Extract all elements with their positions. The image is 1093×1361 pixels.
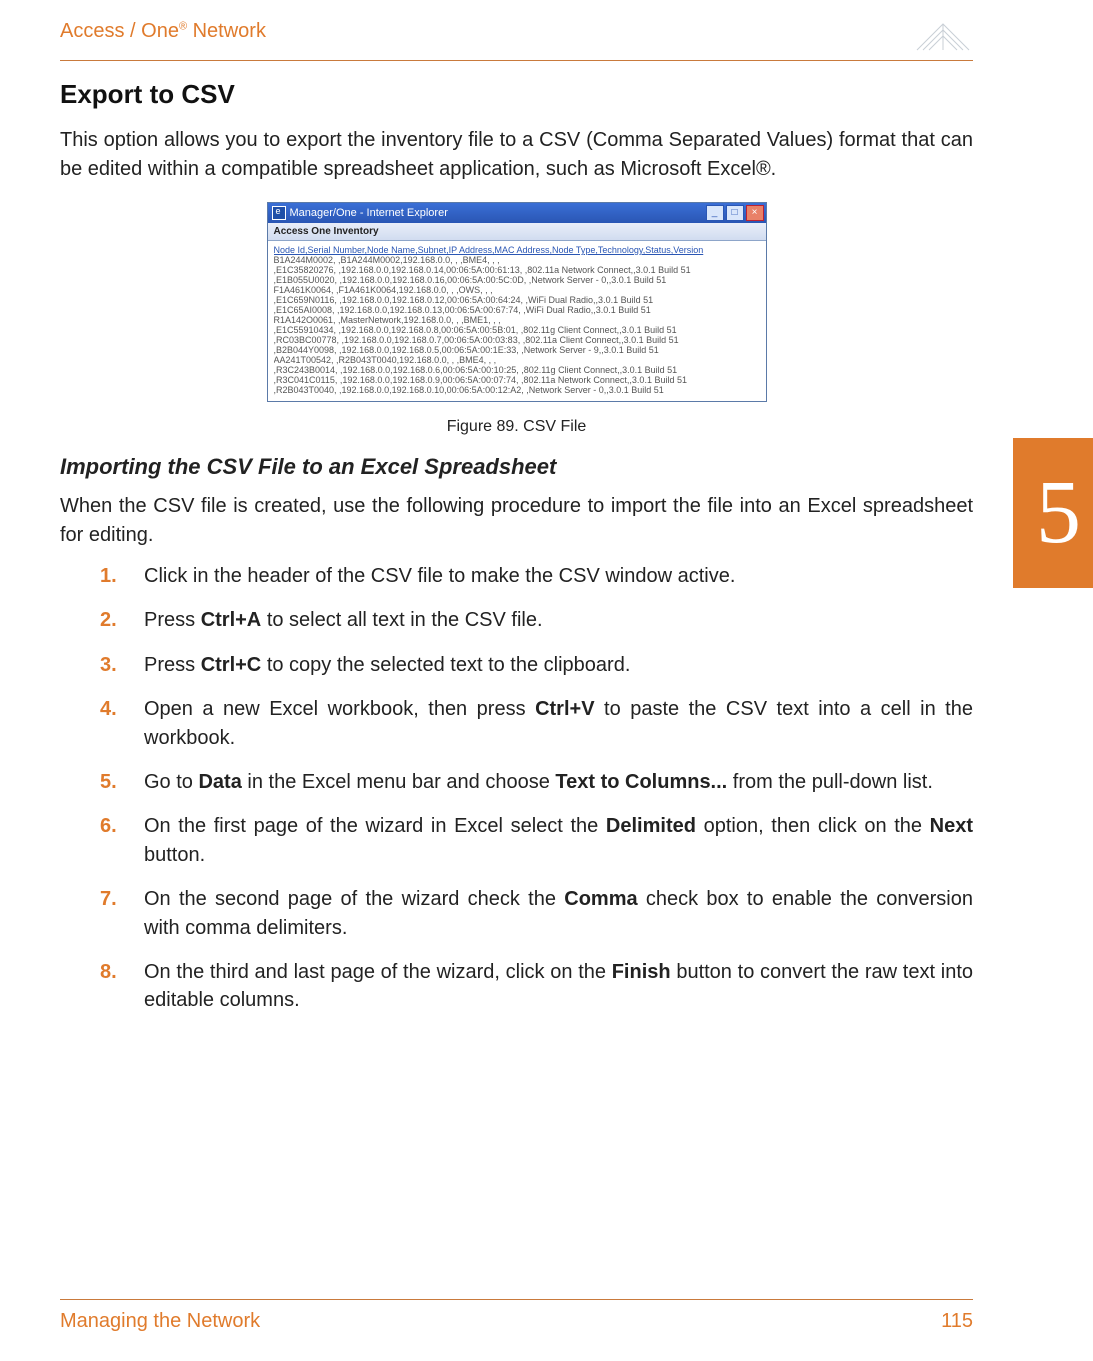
step-keyword: Ctrl+V xyxy=(535,698,594,720)
step-text-mid: in the Excel menu bar and choose xyxy=(242,771,556,793)
step-number: 2. xyxy=(100,606,117,634)
csv-row: ,R3C243B0014, ,192.168.0.0,192.168.0.6,0… xyxy=(274,365,760,375)
section-heading: Export to CSV xyxy=(60,79,973,110)
brand-prefix: Access / One xyxy=(60,20,179,42)
brand-text: Access / One® Network xyxy=(60,20,266,43)
csv-row: ,E1C659N0116, ,192.168.0.0,192.168.0.12,… xyxy=(274,295,760,305)
step-text-pre: Open a new Excel workbook, then press xyxy=(144,698,535,720)
step-text-post: from the pull-down list. xyxy=(727,771,933,793)
step-text-mid: option, then click on the xyxy=(696,815,930,837)
step-number: 4. xyxy=(100,695,117,723)
step-number: 8. xyxy=(100,958,117,986)
ie-window: Manager/One - Internet Explorer _ □ × Ac… xyxy=(267,202,767,402)
step-keyword: Next xyxy=(930,815,973,837)
step-number: 6. xyxy=(100,812,117,840)
csv-row: ,R2B043T0040, ,192.168.0.0,192.168.0.10,… xyxy=(274,385,760,395)
step-text-post: to select all text in the CSV file. xyxy=(261,609,542,631)
logo-mark xyxy=(913,20,973,54)
minimize-button[interactable]: _ xyxy=(706,205,724,221)
step-text-pre: On the first page of the wizard in Excel… xyxy=(144,815,606,837)
step-text-pre: Press xyxy=(144,609,201,631)
step-item: 8. On the third and last page of the wiz… xyxy=(100,958,973,1015)
csv-content[interactable]: Node Id,Serial Number,Node Name,Subnet,I… xyxy=(268,241,766,401)
page-header: Access / One® Network xyxy=(60,20,973,61)
step-text-pre: Press xyxy=(144,654,201,676)
csv-row: ,E1B055U0020, ,192.168.0.0,192.168.0.16,… xyxy=(274,275,760,285)
csv-row: F1A461K0064, ,F1A461K0064,192.168.0.0, ,… xyxy=(274,285,760,295)
page-footer: Managing the Network 115 xyxy=(60,1299,973,1333)
step-text: Click in the header of the CSV file to m… xyxy=(144,565,735,587)
brand-suffix: Network xyxy=(187,20,266,42)
csv-row: ,E1C35820276, ,192.168.0.0,192.168.0.14,… xyxy=(274,265,760,275)
step-item: 7. On the second page of the wizard chec… xyxy=(100,885,973,942)
step-text-pre: On the third and last page of the wizard… xyxy=(144,961,612,983)
registered-mark: ® xyxy=(179,20,187,32)
footer-section: Managing the Network xyxy=(60,1310,260,1333)
chapter-number: 5 xyxy=(1036,438,1081,588)
step-number: 3. xyxy=(100,651,117,679)
csv-header-row: Node Id,Serial Number,Node Name,Subnet,I… xyxy=(274,245,760,255)
step-keyword: Delimited xyxy=(606,815,696,837)
inventory-toolbar: Access One Inventory xyxy=(268,223,766,241)
step-item: 6. On the first page of the wizard in Ex… xyxy=(100,812,973,869)
maximize-button[interactable]: □ xyxy=(726,205,744,221)
step-keyword: Finish xyxy=(612,961,671,983)
figure-block: Manager/One - Internet Explorer _ □ × Ac… xyxy=(60,202,973,436)
steps-list: 1. Click in the header of the CSV file t… xyxy=(100,562,973,1015)
step-keyword: Ctrl+A xyxy=(201,609,262,631)
csv-row: ,E1C55910434, ,192.168.0.0,192.168.0.8,0… xyxy=(274,325,760,335)
window-titlebar: Manager/One - Internet Explorer _ □ × xyxy=(268,203,766,223)
window-title: Manager/One - Internet Explorer xyxy=(290,207,706,219)
step-keyword: Data xyxy=(198,771,241,793)
csv-row: ,R3C041C0115, ,192.168.0.0,192.168.0.9,0… xyxy=(274,375,760,385)
close-button[interactable]: × xyxy=(746,205,764,221)
footer-page-number: 115 xyxy=(941,1310,973,1333)
step-keyword: Text to Columns... xyxy=(555,771,727,793)
csv-row: AA241T00542, ,R2B043T0040,192.168.0.0, ,… xyxy=(274,355,760,365)
step-text-pre: Go to xyxy=(144,771,198,793)
step-keyword: Comma xyxy=(564,888,637,910)
ie-icon xyxy=(272,206,286,220)
figure-caption: Figure 89. CSV File xyxy=(60,418,973,436)
csv-row: ,RC03BC00778, ,192.168.0.0,192.168.0.7,0… xyxy=(274,335,760,345)
step-text-pre: On the second page of the wizard check t… xyxy=(144,888,564,910)
step-item: 5. Go to Data in the Excel menu bar and … xyxy=(100,768,973,796)
step-text-post: to copy the selected text to the clipboa… xyxy=(261,654,630,676)
subsection-intro: When the CSV file is created, use the fo… xyxy=(60,492,973,550)
csv-row: ,E1C65AI0008, ,192.168.0.0,192.168.0.13,… xyxy=(274,305,760,315)
step-number: 1. xyxy=(100,562,117,590)
step-number: 5. xyxy=(100,768,117,796)
csv-row: ,B2B044Y0098, ,192.168.0.0,192.168.0.5,0… xyxy=(274,345,760,355)
window-controls: _ □ × xyxy=(706,205,764,221)
step-item: 3. Press Ctrl+C to copy the selected tex… xyxy=(100,651,973,679)
step-text-post: button. xyxy=(144,844,205,866)
intro-paragraph: This option allows you to export the inv… xyxy=(60,126,973,184)
csv-row: B1A244M0002, ,B1A244M0002,192.168.0.0, ,… xyxy=(274,255,760,265)
subsection-heading: Importing the CSV File to an Excel Sprea… xyxy=(60,454,973,480)
step-item: 1. Click in the header of the CSV file t… xyxy=(100,562,973,590)
step-keyword: Ctrl+C xyxy=(201,654,262,676)
csv-row: R1A142O0061, ,MasterNetwork,192.168.0.0,… xyxy=(274,315,760,325)
step-number: 7. xyxy=(100,885,117,913)
step-item: 2. Press Ctrl+A to select all text in th… xyxy=(100,606,973,634)
step-item: 4. Open a new Excel workbook, then press… xyxy=(100,695,973,752)
